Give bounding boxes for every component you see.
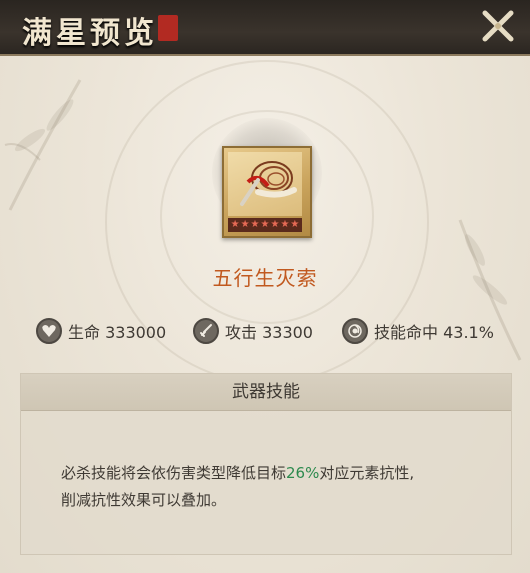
star-icon: ★	[230, 219, 240, 230]
star-icon: ★	[260, 219, 270, 230]
skill-text-part: 对应元素抗性,	[319, 464, 415, 482]
skill-text-part: 必杀技能将会依伤害类型降低目标	[61, 464, 287, 482]
weapon-skill-title: 武器技能	[21, 374, 511, 411]
star-rating: ★ ★ ★ ★ ★ ★ ★	[228, 218, 302, 232]
skill-highlight-value: 26%	[286, 464, 320, 482]
star-icon: ★	[240, 219, 250, 230]
star-icon: ★	[270, 219, 280, 230]
star-icon: ★	[280, 219, 290, 230]
skill-line-1: 必杀技能将会依伤害类型降低目标26%对应元素抗性,	[61, 460, 491, 487]
stat-hp-text: 生命 333000	[68, 323, 167, 342]
page-title: 满星预览	[22, 16, 158, 51]
swirl-icon	[342, 318, 368, 344]
star-icon: ★	[250, 219, 260, 230]
sword-icon	[193, 318, 219, 344]
full-star-preview-panel: 满星预览 ★ ★ ★ ★ ★ ★ ★ 五行生灭索 生命 333000 攻击 33…	[0, 0, 530, 573]
title-bar: 满星预览	[0, 0, 530, 56]
item-icon-frame[interactable]: ★ ★ ★ ★ ★ ★ ★	[222, 146, 312, 238]
star-icon: ★	[290, 219, 300, 230]
close-button[interactable]	[476, 4, 520, 48]
skill-line-2: 削减抗性效果可以叠加。	[61, 491, 227, 509]
stat-hp: 生命 333000	[36, 318, 166, 344]
red-seal-stamp	[158, 15, 178, 41]
weapon-skill-box: 武器技能 必杀技能将会依伤害类型降低目标26%对应元素抗性, 削减抗性效果可以叠…	[20, 373, 512, 555]
close-x-icon	[482, 10, 514, 42]
whip-rope-icon	[240, 161, 297, 206]
bamboo-decoration-left	[4, 79, 82, 211]
stat-attack-text: 攻击 33300	[225, 323, 313, 342]
stat-skill-hit: 技能命中 43.1%	[342, 318, 494, 344]
item-name: 五行生灭索	[212, 266, 318, 290]
stat-attack: 攻击 33300	[193, 318, 313, 344]
item-icon-background	[228, 152, 302, 216]
heart-icon	[36, 318, 62, 344]
weapon-skill-description: 必杀技能将会依伤害类型降低目标26%对应元素抗性, 削减抗性效果可以叠加。	[61, 460, 491, 514]
stat-skill-hit-text: 技能命中 43.1%	[374, 323, 494, 342]
